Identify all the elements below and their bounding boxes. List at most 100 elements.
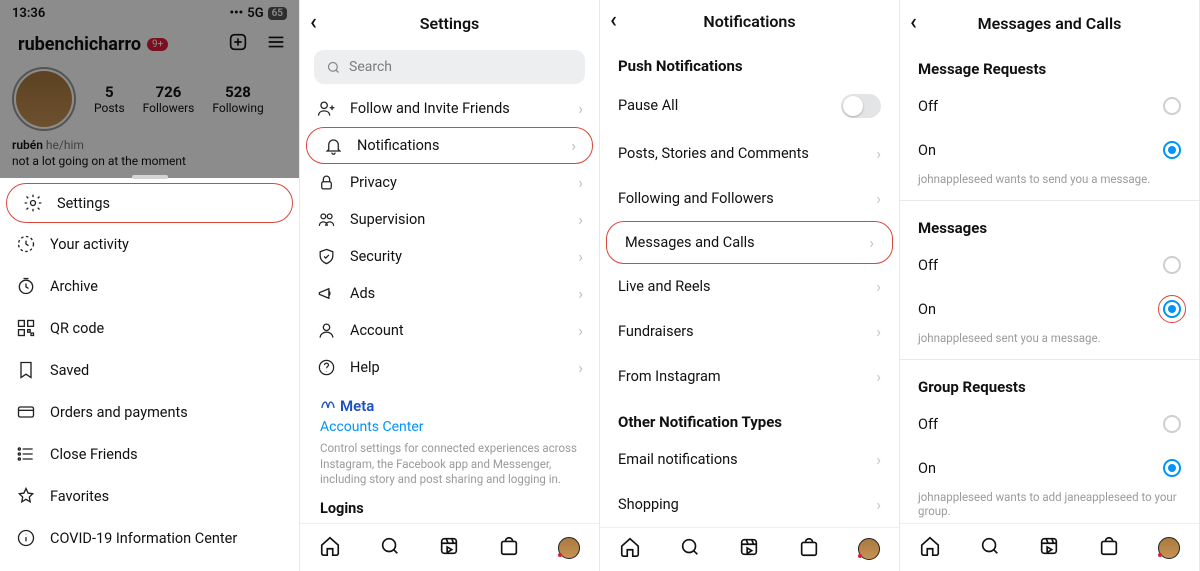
- dim-overlay: [0, 0, 299, 178]
- menu-item-label: QR code: [50, 320, 104, 337]
- notif-item-live-and-reels[interactable]: Live and Reels›: [600, 264, 899, 309]
- bottom-nav: [300, 523, 599, 571]
- chevron-right-icon: ›: [876, 322, 881, 341]
- menu-item-settings[interactable]: Settings: [6, 183, 293, 223]
- radio-button[interactable]: [1163, 415, 1181, 433]
- menu-item-favorites[interactable]: Favorites: [0, 475, 299, 517]
- meta-logo: Meta: [320, 397, 579, 415]
- notif-item-email-notifications[interactable]: Email notifications›: [600, 437, 899, 482]
- menu-item-label: Your activity: [50, 236, 129, 253]
- notif-item-shopping[interactable]: Shopping ›: [600, 482, 899, 527]
- settings-item-privacy[interactable]: Privacy›: [300, 164, 599, 201]
- bookmark-icon: [16, 360, 36, 380]
- radio-button[interactable]: [1163, 459, 1181, 477]
- nav-shop-icon[interactable]: [498, 535, 520, 561]
- menu-item-qr-code[interactable]: QR code: [0, 307, 299, 349]
- settings-item-label: Privacy: [350, 174, 397, 191]
- messages-calls-list: Message Requests Off On johnappleseed wants…: [900, 46, 1199, 523]
- nav-home-icon[interactable]: [619, 536, 641, 562]
- notif-item-fundraisers[interactable]: Fundraisers›: [600, 309, 899, 354]
- notif-item-from-instagram[interactable]: From Instagram›: [600, 354, 899, 399]
- nav-reels-icon[interactable]: [438, 535, 460, 561]
- menu-item-your-activity[interactable]: Your activity: [0, 223, 299, 265]
- settings-item-help[interactable]: Help›: [300, 349, 599, 386]
- radio-button[interactable]: [1163, 141, 1181, 159]
- nav-search-icon[interactable]: [379, 535, 401, 561]
- nav-home-icon[interactable]: [319, 535, 341, 561]
- push-notifications-list: Pause AllPosts, Stories and Comments›Fol…: [600, 81, 899, 399]
- nav-home-icon[interactable]: [919, 535, 941, 561]
- back-icon[interactable]: ‹: [310, 12, 317, 34]
- notif-item-label: Shopping: [618, 496, 679, 513]
- nav-reels-icon[interactable]: [1038, 535, 1060, 561]
- family-icon: [316, 210, 336, 229]
- notif-item-messages-and-calls[interactable]: Messages and Calls›: [606, 221, 893, 264]
- menu-item-label: Archive: [50, 278, 98, 295]
- nav-avatar[interactable]: [858, 538, 880, 560]
- menu-item-covid-19-information-center[interactable]: COVID-19 Information Center: [0, 517, 299, 559]
- menu-item-label: COVID-19 Information Center: [50, 530, 237, 547]
- radio-row-message-requests-on[interactable]: On: [900, 128, 1199, 172]
- bell-icon: [323, 136, 343, 155]
- radio-button[interactable]: [1163, 256, 1181, 274]
- notif-item-posts-stories-and-comments[interactable]: Posts, Stories and Comments›: [600, 131, 899, 176]
- settings-item-label: Security: [350, 248, 402, 265]
- notif-item-pause-all[interactable]: Pause All: [600, 81, 899, 131]
- info-icon: [16, 528, 36, 548]
- card-icon: [16, 402, 36, 422]
- accounts-center-link[interactable]: Accounts Center: [320, 419, 579, 435]
- group-subtext: johnappleseed sent you a message.: [900, 331, 1199, 355]
- radio-row-group-requests-off[interactable]: Off: [900, 402, 1199, 446]
- search-input[interactable]: Search: [314, 50, 585, 84]
- logins-header: Logins: [300, 488, 599, 523]
- group-subtext: johnappleseed wants to add janeappleseed…: [900, 490, 1199, 523]
- chevron-right-icon: ›: [876, 495, 881, 514]
- radio-label: On: [918, 301, 936, 318]
- sheet-handle[interactable]: [132, 175, 168, 179]
- nav-shop-icon[interactable]: [1098, 535, 1120, 561]
- back-icon[interactable]: ‹: [610, 10, 617, 32]
- group-header-message-requests: Message Requests: [900, 46, 1199, 84]
- settings-item-supervision[interactable]: Supervision›: [300, 201, 599, 238]
- settings-item-follow-and-invite-friends[interactable]: Follow and Invite Friends›: [300, 90, 599, 127]
- nav-avatar[interactable]: [1158, 537, 1180, 559]
- bottom-nav: [900, 523, 1199, 571]
- nav-search-icon[interactable]: [679, 536, 701, 562]
- menu-item-close-friends[interactable]: Close Friends: [0, 433, 299, 475]
- gear-icon: [23, 193, 43, 213]
- nav-reels-icon[interactable]: [738, 536, 760, 562]
- radio-label: Off: [918, 257, 938, 274]
- radio-row-group-requests-on[interactable]: On: [900, 446, 1199, 490]
- radio-button[interactable]: [1163, 97, 1181, 115]
- radio-row-messages-on[interactable]: On: [900, 287, 1199, 331]
- radio-label: On: [918, 460, 936, 477]
- chevron-right-icon: ›: [578, 210, 583, 229]
- settings-item-account[interactable]: Account›: [300, 312, 599, 349]
- menu-item-saved[interactable]: Saved: [0, 349, 299, 391]
- nav-search-icon[interactable]: [979, 535, 1001, 561]
- bottom-nav: [600, 527, 899, 571]
- back-icon[interactable]: ‹: [910, 12, 917, 34]
- settings-title: Settings: [420, 14, 480, 33]
- notif-item-following-and-followers[interactable]: Following and Followers›: [600, 176, 899, 221]
- other-types-list: Email notifications› Shopping ›: [600, 437, 899, 527]
- menu-item-archive[interactable]: Archive: [0, 265, 299, 307]
- radio-row-messages-off[interactable]: Off: [900, 243, 1199, 287]
- messages-calls-header: ‹ Messages and Calls: [900, 0, 1199, 46]
- messages-calls-title: Messages and Calls: [978, 14, 1122, 33]
- settings-item-security[interactable]: Security›: [300, 238, 599, 275]
- radio-button[interactable]: [1163, 300, 1181, 318]
- nav-shop-icon[interactable]: [798, 536, 820, 562]
- menu-item-orders-and-payments[interactable]: Orders and payments: [0, 391, 299, 433]
- settings-item-notifications[interactable]: Notifications›: [306, 127, 593, 164]
- radio-row-message-requests-off[interactable]: Off: [900, 84, 1199, 128]
- search-icon: [326, 60, 341, 75]
- toggle[interactable]: [841, 94, 881, 118]
- nav-avatar[interactable]: [558, 537, 580, 559]
- profile-menu: Settings Your activity Archive QR code Saved…: [0, 183, 299, 571]
- settings-item-label: Follow and Invite Friends: [350, 100, 510, 117]
- radio-label: Off: [918, 98, 938, 115]
- meta-icon: [320, 398, 336, 414]
- settings-item-ads[interactable]: Ads›: [300, 275, 599, 312]
- notif-item-label: From Instagram: [618, 368, 721, 385]
